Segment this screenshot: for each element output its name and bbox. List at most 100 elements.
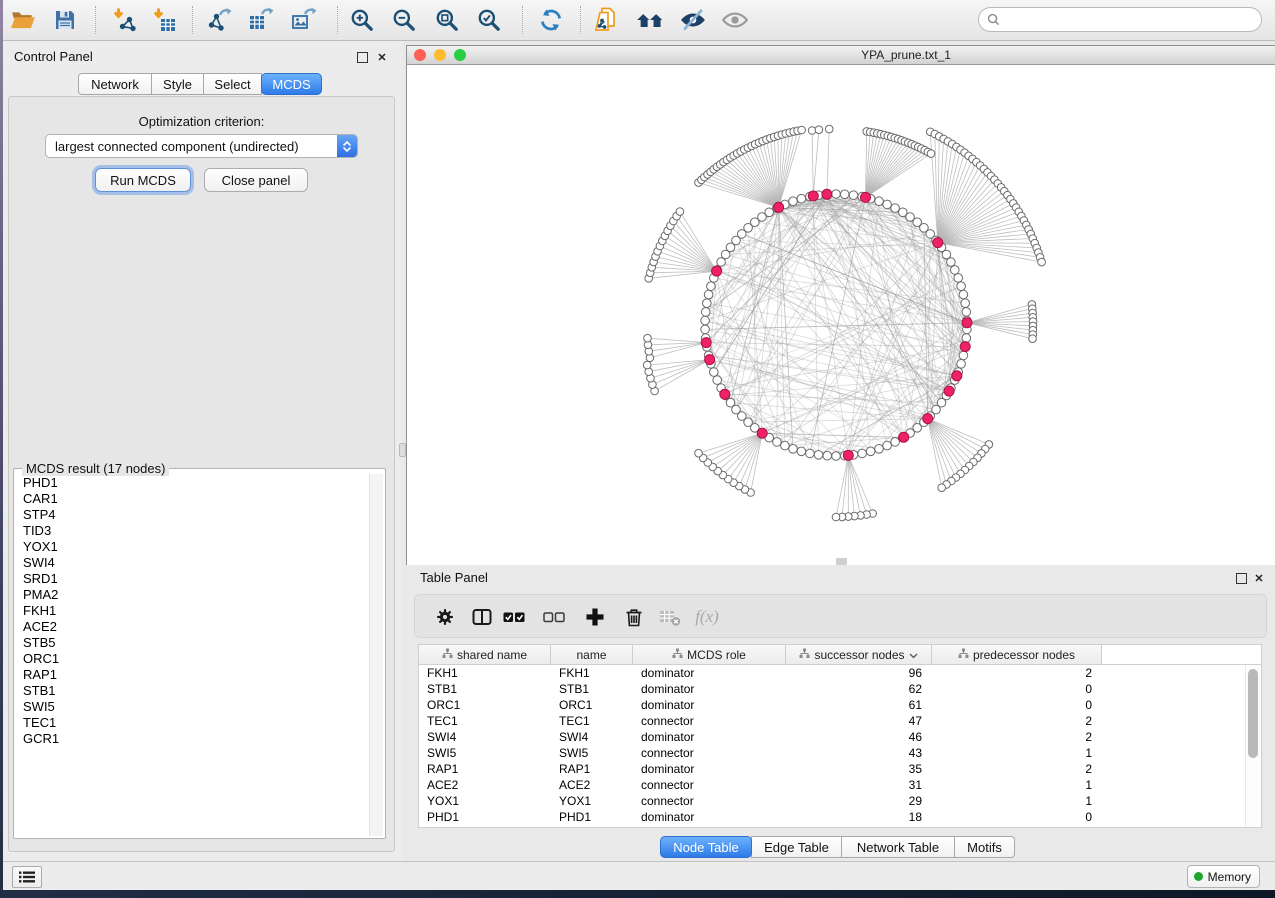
tab-network[interactable]: Network xyxy=(78,73,152,95)
column-header-successor-nodes[interactable]: successor nodes xyxy=(786,645,932,664)
mcds-result-item[interactable]: GCR1 xyxy=(15,731,369,747)
table-row[interactable]: SWI4SWI4dominator462 xyxy=(419,729,1261,745)
memory-button[interactable]: Memory xyxy=(1187,865,1260,888)
mcds-result-item[interactable]: ORC1 xyxy=(15,651,369,667)
network-from-selection-button[interactable] xyxy=(591,3,625,37)
network-graph[interactable] xyxy=(407,65,1275,565)
export-table-button[interactable] xyxy=(244,3,278,37)
mcds-result-item[interactable]: STB5 xyxy=(15,635,369,651)
column-header-predecessor-nodes[interactable]: predecessor nodes xyxy=(932,645,1102,664)
table-cell: 2 xyxy=(932,762,1102,776)
table-scrollbar-thumb[interactable] xyxy=(1248,669,1258,758)
toolbar-separator xyxy=(580,6,581,34)
mcds-result-item[interactable]: STP4 xyxy=(15,507,369,523)
show-all-button[interactable] xyxy=(718,3,752,37)
column-header-name[interactable]: name xyxy=(551,645,633,664)
table-cell: YOX1 xyxy=(419,794,551,808)
zoom-fit-button[interactable] xyxy=(430,3,464,37)
import-table-button[interactable] xyxy=(147,3,181,37)
mcds-result-item[interactable]: STB1 xyxy=(15,683,369,699)
open-file-button[interactable] xyxy=(6,3,40,37)
tab-motifs[interactable]: Motifs xyxy=(954,836,1015,858)
network-window-titlebar[interactable]: YPA_prune.txt_1 xyxy=(407,46,1275,65)
table-row[interactable]: ORC1ORC1dominator610 xyxy=(419,697,1261,713)
zoom-in-button[interactable] xyxy=(345,3,379,37)
optimization-criterion-select[interactable]: largest connected component (undirected) xyxy=(45,134,358,158)
mcds-result-item[interactable]: SWI4 xyxy=(15,555,369,571)
network-window-title: YPA_prune.txt_1 xyxy=(472,48,1275,62)
mcds-result-item[interactable]: TEC1 xyxy=(15,715,369,731)
tab-network-table[interactable]: Network Table xyxy=(841,836,955,858)
table-cell: RAP1 xyxy=(419,762,551,776)
first-neighbors-button[interactable] xyxy=(633,3,667,37)
table-row[interactable]: ACE2ACE2connector311 xyxy=(419,777,1261,793)
split-pane-grip[interactable] xyxy=(399,443,406,457)
zoom-out-button[interactable] xyxy=(387,3,421,37)
hide-selected-button[interactable] xyxy=(676,3,710,37)
search-input[interactable] xyxy=(1004,12,1261,28)
run-mcds-button[interactable]: Run MCDS xyxy=(95,168,191,192)
table-row[interactable]: STB1STB1dominator620 xyxy=(419,681,1261,697)
unselect-all-button[interactable] xyxy=(539,603,569,631)
toolbar-separator xyxy=(337,6,338,34)
tab-node-table[interactable]: Node Table xyxy=(660,836,752,858)
delete-column-button[interactable] xyxy=(619,603,649,631)
split-view-button[interactable] xyxy=(467,603,497,631)
table-cell: 2 xyxy=(932,730,1102,744)
window-minimize-button[interactable] xyxy=(434,49,446,61)
refresh-button[interactable] xyxy=(534,3,568,37)
mcds-result-item[interactable]: YOX1 xyxy=(15,539,369,555)
tab-select[interactable]: Select xyxy=(203,73,262,95)
table-row[interactable]: FKH1FKH1dominator962 xyxy=(419,665,1261,681)
tab-mcds[interactable]: MCDS xyxy=(261,73,322,95)
table-settings-button[interactable] xyxy=(430,603,460,631)
table-row[interactable]: TEC1TEC1connector472 xyxy=(419,713,1261,729)
table-cell: connector xyxy=(633,778,786,792)
export-network-button[interactable] xyxy=(203,3,237,37)
window-close-button[interactable] xyxy=(414,49,426,61)
close-panel-action-button[interactable]: Close panel xyxy=(204,168,308,192)
mcds-result-item[interactable]: FKH1 xyxy=(15,603,369,619)
export-image-button[interactable] xyxy=(287,3,321,37)
save-session-button[interactable] xyxy=(48,3,82,37)
column-label: shared name xyxy=(457,648,527,662)
status-bar: Memory xyxy=(3,861,1275,890)
mcds-result-item[interactable]: SRD1 xyxy=(15,571,369,587)
float-table-panel-button[interactable] xyxy=(1234,571,1248,585)
close-panel-button[interactable]: ✕ xyxy=(375,50,389,64)
table-row[interactable]: YOX1YOX1connector291 xyxy=(419,793,1261,809)
mcds-result-item[interactable]: RAP1 xyxy=(15,667,369,683)
float-panel-button[interactable] xyxy=(355,50,369,64)
table-cell: connector xyxy=(633,794,786,808)
table-row[interactable]: RAP1RAP1dominator352 xyxy=(419,761,1261,777)
function-builder-button[interactable]: f(x) xyxy=(692,603,722,631)
add-column-button[interactable] xyxy=(580,603,610,631)
table-row[interactable]: PHD1PHD1dominator180 xyxy=(419,809,1261,825)
select-all-button[interactable] xyxy=(499,603,529,631)
mcds-result-item[interactable]: PMA2 xyxy=(15,587,369,603)
mcds-result-item[interactable]: SWI5 xyxy=(15,699,369,715)
window-maximize-button[interactable] xyxy=(454,49,466,61)
network-canvas[interactable] xyxy=(407,65,1275,565)
sort-chevron-icon xyxy=(909,648,918,662)
column-header-MCDS-role[interactable]: MCDS role xyxy=(633,645,786,664)
table-cell: ACE2 xyxy=(419,778,551,792)
delete-table-button[interactable] xyxy=(655,603,685,631)
import-network-button[interactable] xyxy=(107,3,141,37)
mcds-result-item[interactable]: PHD1 xyxy=(15,475,369,491)
table-cell: dominator xyxy=(633,810,786,824)
task-history-button[interactable] xyxy=(12,866,42,888)
mcds-result-item[interactable]: CAR1 xyxy=(15,491,369,507)
mcds-list-scrollbar[interactable] xyxy=(369,474,383,836)
tab-edge-table[interactable]: Edge Table xyxy=(751,836,842,858)
column-header-shared-name[interactable]: shared name xyxy=(419,645,551,664)
table-scrollbar[interactable] xyxy=(1245,665,1261,826)
tab-style[interactable]: Style xyxy=(151,73,204,95)
search-field[interactable] xyxy=(978,7,1262,32)
close-table-panel-button[interactable]: ✕ xyxy=(1252,571,1266,585)
mcds-result-item[interactable]: TID3 xyxy=(15,523,369,539)
table-row[interactable]: SWI5SWI5connector431 xyxy=(419,745,1261,761)
mcds-result-item[interactable]: ACE2 xyxy=(15,619,369,635)
canvas-splitter-grip[interactable] xyxy=(836,558,847,565)
zoom-selected-button[interactable] xyxy=(472,3,506,37)
